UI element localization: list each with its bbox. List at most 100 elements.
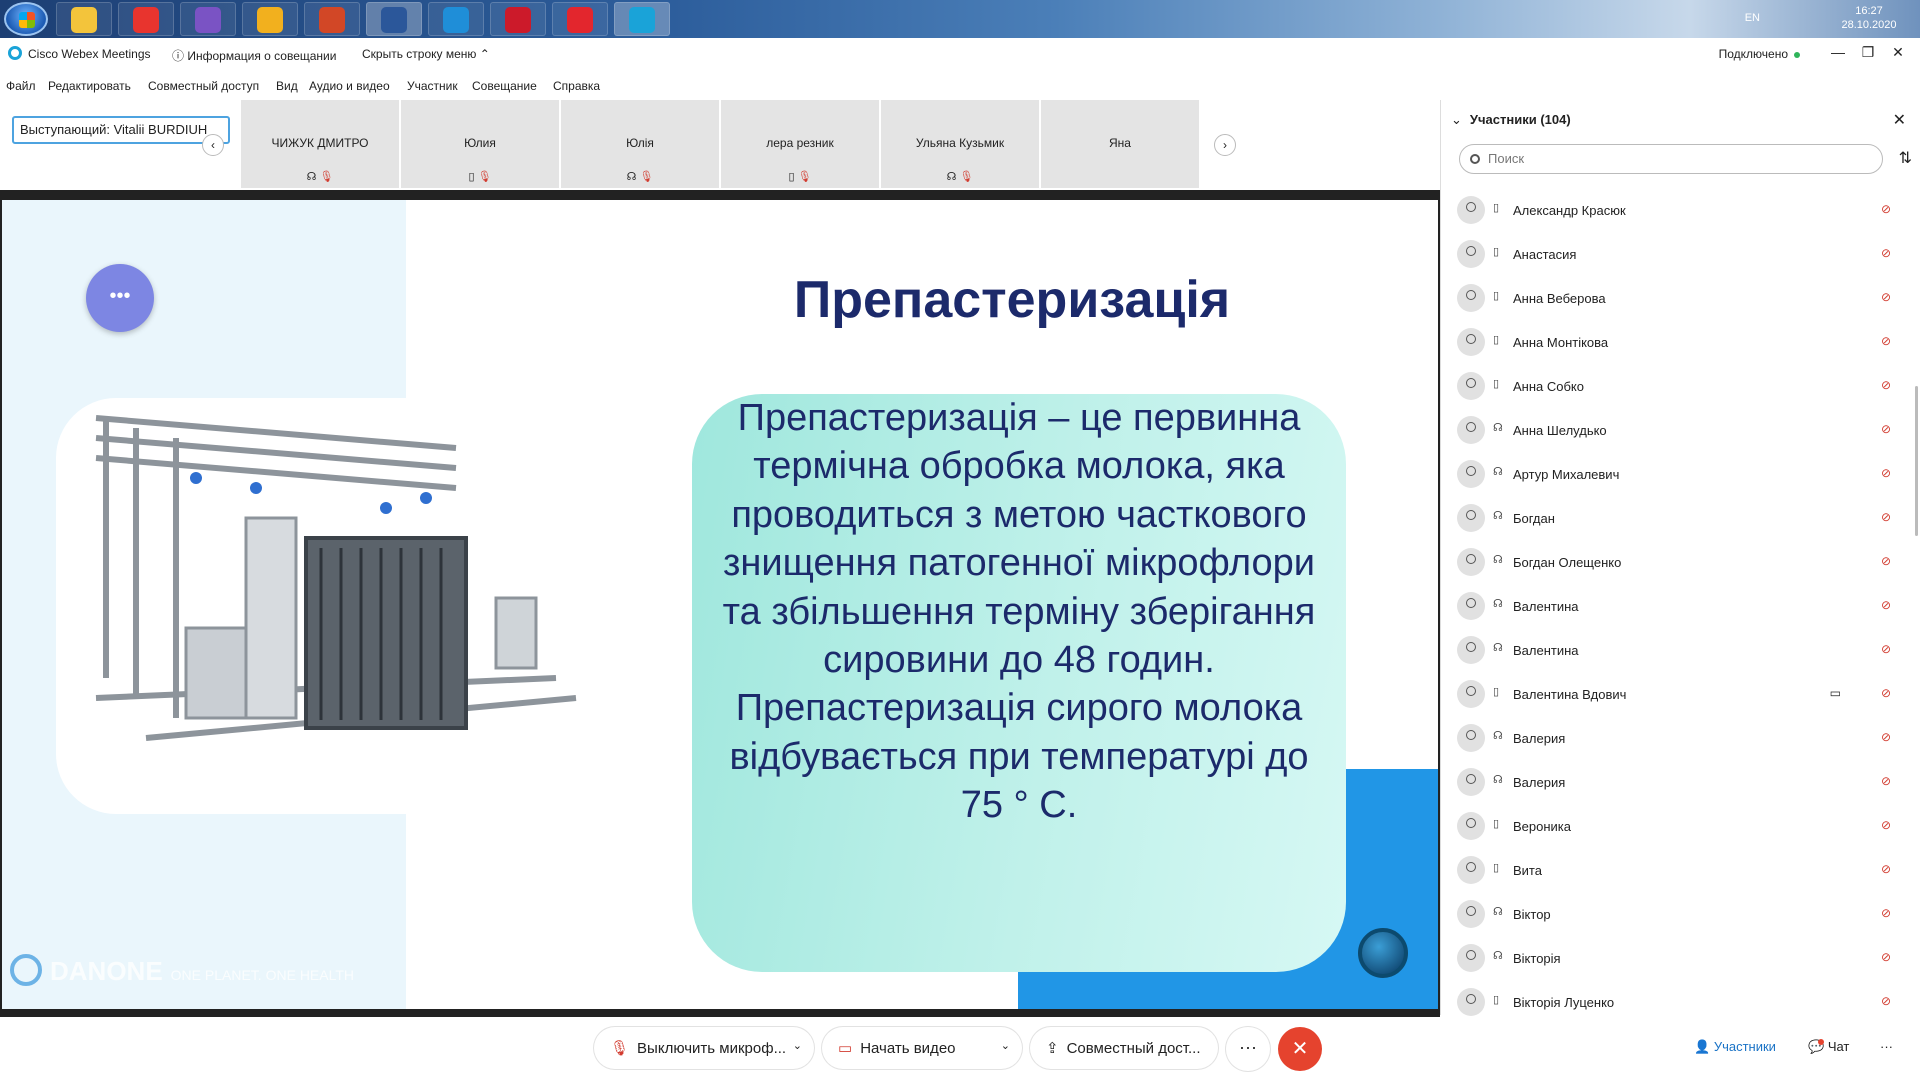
taskbar-app[interactable]: [304, 2, 360, 36]
participant-row[interactable]: ☊ Валентина ⊘: [1441, 584, 1911, 628]
mute-button[interactable]: 🎙 Выключить микроф... ⌄: [594, 1027, 814, 1069]
hide-menu-button[interactable]: Скрыть строку меню ⌃: [362, 47, 490, 61]
menu-meeting[interactable]: Совещание: [472, 79, 537, 93]
taskbar-app[interactable]: [180, 2, 236, 36]
taskbar-app[interactable]: [56, 2, 112, 36]
participant-row[interactable]: ☊ Вікторія ⊘: [1441, 936, 1911, 980]
participant-row[interactable]: ▯ Анна Собко ⊘: [1441, 364, 1911, 408]
clock[interactable]: 16:27 28.10.2020: [1834, 4, 1904, 32]
close-window-button[interactable]: ✕: [1886, 42, 1910, 62]
mic-muted-icon[interactable]: ⊘: [1881, 994, 1891, 1008]
mic-muted-icon[interactable]: ⊘: [1881, 818, 1891, 832]
participant-thumbnail[interactable]: Юлия ▯ 🎙: [401, 100, 559, 188]
participant-thumbnail[interactable]: ЧИЖУК ДМИТРО ☊ 🎙: [241, 100, 399, 188]
avatar: [1457, 988, 1485, 1016]
end-meeting-button[interactable]: ✕: [1278, 1027, 1322, 1071]
avatar: [1457, 460, 1485, 488]
mic-muted-icon[interactable]: ⊘: [1881, 686, 1891, 700]
device-icon: ☊: [1493, 510, 1503, 522]
avatar: [1457, 240, 1485, 268]
language-indicator[interactable]: EN: [1745, 12, 1760, 24]
mic-muted-icon[interactable]: ⊘: [1881, 290, 1891, 304]
chat-tab[interactable]: 💬 Чат: [1808, 1039, 1849, 1055]
participant-row[interactable]: ☊ Богдан ⊘: [1441, 496, 1911, 540]
mic-muted-icon[interactable]: ⊘: [1881, 906, 1891, 920]
participant-row[interactable]: ▯ Александр Красюк ⊘: [1441, 188, 1911, 232]
menu-bar: Файл Редактировать Совместный доступ Вид…: [0, 76, 1440, 96]
share-button[interactable]: ⇪ Совместный дост...: [1030, 1027, 1218, 1069]
participant-name: Валентина Вдович: [1513, 687, 1627, 702]
taskbar-app[interactable]: [428, 2, 484, 36]
participant-scrollbar[interactable]: [1915, 386, 1918, 536]
participant-row[interactable]: ☊ Валерия ⊘: [1441, 760, 1911, 804]
participant-row[interactable]: ▯ Анна Монтікова ⊘: [1441, 320, 1911, 364]
participant-row[interactable]: ▯ Вита ⊘: [1441, 848, 1911, 892]
start-video-button[interactable]: ▭ Начать видео ⌄: [822, 1027, 1022, 1069]
participant-search-input[interactable]: Поиск: [1459, 144, 1883, 174]
mic-muted-icon[interactable]: ⊘: [1881, 598, 1891, 612]
participant-row[interactable]: ▯ Анастасия ⊘: [1441, 232, 1911, 276]
participant-row[interactable]: ☊ Валентина ⊘: [1441, 628, 1911, 672]
more-options-button[interactable]: •••: [86, 264, 154, 332]
participant-thumbnail[interactable]: Ульяна Кузьмик ☊ 🎙: [881, 100, 1039, 188]
mic-muted-icon[interactable]: ⊘: [1881, 422, 1891, 436]
strip-prev-button[interactable]: ‹: [202, 134, 224, 156]
mic-muted-icon[interactable]: ⊘: [1881, 554, 1891, 568]
mic-muted-icon[interactable]: ⊘: [1881, 510, 1891, 524]
menu-participant[interactable]: Участник: [407, 79, 458, 93]
participant-row[interactable]: ☊ Богдан Олещенко ⊘: [1441, 540, 1911, 584]
taskbar-app[interactable]: [490, 2, 546, 36]
taskbar-app[interactable]: [614, 2, 670, 36]
participant-row[interactable]: ☊ Валерия ⊘: [1441, 716, 1911, 760]
taskbar-app[interactable]: [366, 2, 422, 36]
participant-row[interactable]: ▯ Валентина Вдович ▭ ⊘: [1441, 672, 1911, 716]
participant-row[interactable]: ☊ Віктор ⊘: [1441, 892, 1911, 936]
mic-muted-icon[interactable]: ⊘: [1881, 466, 1891, 480]
participant-row[interactable]: ☊ Артур Михалевич ⊘: [1441, 452, 1911, 496]
more-button[interactable]: ···: [1226, 1027, 1270, 1071]
search-icon: [1470, 154, 1480, 164]
strip-next-button[interactable]: ›: [1214, 134, 1236, 156]
thumbnail-name: Юлия: [464, 136, 496, 150]
participant-thumbnail[interactable]: Яна: [1041, 100, 1199, 188]
share-label: Совместный дост...: [1066, 1040, 1201, 1057]
start-button[interactable]: [4, 2, 48, 36]
participant-row[interactable]: ☊ Анна Шелудько ⊘: [1441, 408, 1911, 452]
sort-icon[interactable]: ⇅: [1899, 148, 1912, 168]
participants-header[interactable]: ⌄ Участники (104): [1451, 112, 1571, 128]
participant-thumbnail[interactable]: Юлія ☊ 🎙: [561, 100, 719, 188]
minimize-button[interactable]: —: [1826, 42, 1850, 62]
mic-muted-icon: 🎙: [639, 171, 654, 183]
close-panel-button[interactable]: ✕: [1893, 110, 1906, 130]
chevron-down-icon[interactable]: ⌄: [1001, 1039, 1010, 1052]
mic-muted-icon[interactable]: ⊘: [1881, 642, 1891, 656]
mic-muted-icon[interactable]: ⊘: [1881, 334, 1891, 348]
taskbar-app[interactable]: [242, 2, 298, 36]
panel-more-button[interactable]: ···: [1880, 1039, 1893, 1054]
mic-muted-icon[interactable]: ⊘: [1881, 862, 1891, 876]
restore-button[interactable]: ❐: [1856, 42, 1880, 62]
participants-tab[interactable]: 👤 Участники: [1694, 1039, 1776, 1055]
mic-muted-icon[interactable]: ⊘: [1881, 774, 1891, 788]
mic-muted-icon[interactable]: ⊘: [1881, 246, 1891, 260]
mic-muted-icon[interactable]: ⊘: [1881, 730, 1891, 744]
mic-muted-icon[interactable]: ⊘: [1881, 378, 1891, 392]
menu-help[interactable]: Справка: [553, 79, 600, 93]
clock-time: 16:27: [1855, 5, 1883, 17]
menu-view[interactable]: Вид: [276, 79, 298, 93]
mic-muted-icon[interactable]: ⊘: [1881, 202, 1891, 216]
menu-edit[interactable]: Редактировать: [48, 79, 131, 93]
thumbnail-status: ☊ 🎙: [881, 170, 1039, 183]
chevron-down-icon[interactable]: ⌄: [793, 1039, 802, 1052]
participant-thumbnail[interactable]: лера резник ▯ 🎙: [721, 100, 879, 188]
meeting-info-button[interactable]: ⓘ Информация о совещании: [172, 47, 336, 64]
participant-row[interactable]: ▯ Анна Веберова ⊘: [1441, 276, 1911, 320]
menu-audio-video[interactable]: Аудио и видео: [309, 79, 390, 93]
taskbar-app[interactable]: [552, 2, 608, 36]
mic-muted-icon[interactable]: ⊘: [1881, 950, 1891, 964]
menu-file[interactable]: Файл: [6, 79, 36, 93]
participant-name: Анна Монтікова: [1513, 335, 1609, 350]
menu-share[interactable]: Совместный доступ: [148, 79, 259, 93]
taskbar-app[interactable]: [118, 2, 174, 36]
participant-row[interactable]: ▯ Вероника ⊘: [1441, 804, 1911, 848]
